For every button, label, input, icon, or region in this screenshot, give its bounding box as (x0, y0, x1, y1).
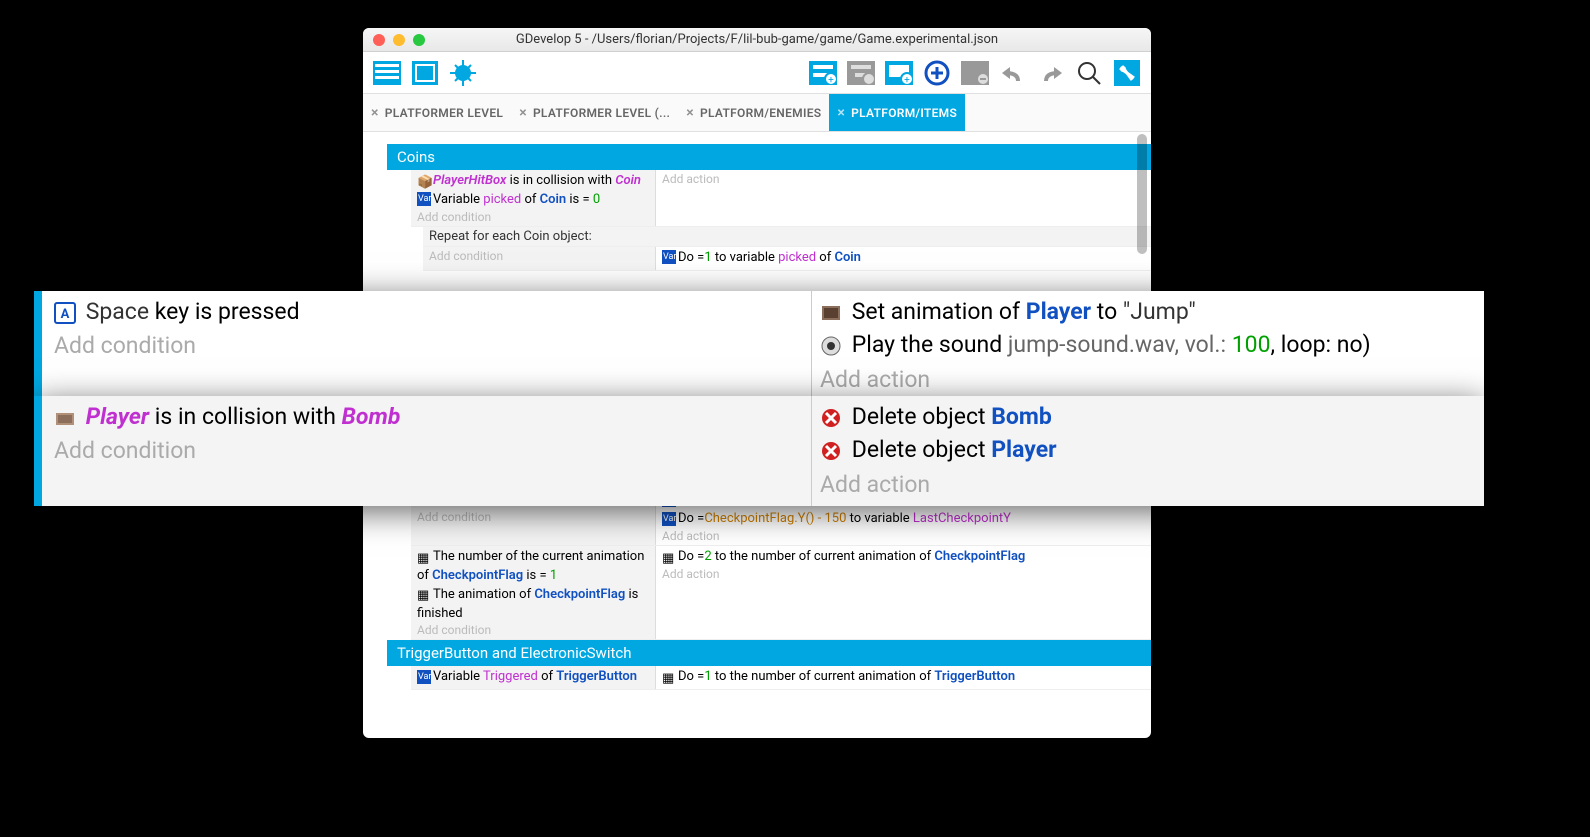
close-icon[interactable]: × (371, 105, 379, 121)
variable-icon: Var (417, 192, 431, 206)
add-condition-link[interactable]: Add condition (54, 437, 799, 464)
delete-icon (820, 440, 842, 462)
add-action-link[interactable]: Add action (820, 471, 1476, 498)
toolbar: + + (363, 52, 1151, 94)
tab-platform-enemies[interactable]: ×PLATFORM/ENEMIES (678, 94, 829, 131)
add-comment-icon[interactable]: + (883, 57, 915, 89)
variable-icon: Var (662, 512, 676, 526)
settings-icon[interactable] (1111, 57, 1143, 89)
variable-icon: Var (417, 670, 431, 684)
object-icon: ▦ (417, 550, 431, 564)
event-row[interactable]: 📦PlayerHitBox is in collision with Coin … (411, 170, 1151, 227)
delete-icon (820, 407, 842, 429)
sound-icon (820, 335, 842, 357)
add-event-icon[interactable]: + (807, 57, 839, 89)
window-minimize-button[interactable] (393, 34, 405, 46)
event-row[interactable]: ▦The number of the current animation of … (411, 546, 1151, 640)
window-close-button[interactable] (373, 34, 385, 46)
add-action-link[interactable]: Add action (820, 366, 1476, 393)
debug-icon[interactable] (447, 57, 479, 89)
add-condition-link[interactable]: Add condition (54, 332, 799, 359)
key-icon: A (54, 302, 76, 324)
add-condition-link[interactable]: Add condition (429, 249, 649, 263)
project-panel-icon[interactable] (371, 57, 403, 89)
event-row[interactable]: VarVariable Triggered of TriggerButton ▦… (411, 666, 1151, 690)
titlebar: GDevelop 5 - /Users/florian/Projects/F/l… (363, 28, 1151, 52)
tab-platform-items[interactable]: ×PLATFORM/ITEMS (829, 94, 965, 131)
add-icon[interactable] (921, 57, 953, 89)
search-icon[interactable] (1073, 57, 1105, 89)
object-icon: ▦ (662, 670, 676, 684)
close-icon[interactable]: × (686, 105, 694, 121)
redo-icon[interactable] (1035, 57, 1067, 89)
undo-icon[interactable] (997, 57, 1029, 89)
object-icon: ▦ (662, 550, 676, 564)
svg-text:A: A (61, 307, 70, 322)
add-condition-link[interactable]: Add condition (417, 210, 649, 224)
window-maximize-button[interactable] (413, 34, 425, 46)
event-row-zoomed-jump: A Space key is pressed Add condition Set… (34, 291, 1484, 396)
add-subevent-icon[interactable] (845, 57, 877, 89)
repeat-event[interactable]: Repeat for each Coin object: (423, 227, 1151, 247)
tab-platformer-level[interactable]: ×PLATFORMER LEVEL (363, 94, 511, 131)
add-condition-link[interactable]: Add condition (417, 623, 649, 637)
delete-icon[interactable] (959, 57, 991, 89)
animation-icon (820, 302, 842, 324)
object-icon: 📦 (417, 174, 431, 188)
event-row-zoomed-bomb: Player is in collision with Bomb Add con… (34, 396, 1484, 506)
close-icon[interactable]: × (837, 105, 845, 121)
add-action-link[interactable]: Add action (662, 567, 1145, 581)
tabbar: ×PLATFORMER LEVEL ×PLATFORMER LEVEL (...… (363, 94, 1151, 132)
close-icon[interactable]: × (519, 105, 527, 121)
add-action-link[interactable]: Add action (662, 529, 1145, 543)
group-trigger[interactable]: TriggerButton and ElectronicSwitch (387, 640, 1151, 666)
group-coins[interactable]: Coins (387, 144, 1151, 170)
window-title: GDevelop 5 - /Users/florian/Projects/F/l… (516, 32, 998, 47)
add-action-link[interactable]: Add action (662, 172, 1145, 186)
svg-text:+: + (904, 75, 910, 85)
add-condition-link[interactable]: Add condition (417, 510, 649, 524)
svg-text:+: + (828, 75, 834, 85)
scene-panel-icon[interactable] (409, 57, 441, 89)
event-row[interactable]: Add condition VarDo =1 to variable picke… (423, 247, 1151, 271)
object-icon: ▦ (417, 587, 431, 601)
object-icon (54, 407, 76, 429)
variable-icon: Var (662, 250, 676, 264)
tab-platformer-level-2[interactable]: ×PLATFORMER LEVEL (... (511, 94, 678, 131)
